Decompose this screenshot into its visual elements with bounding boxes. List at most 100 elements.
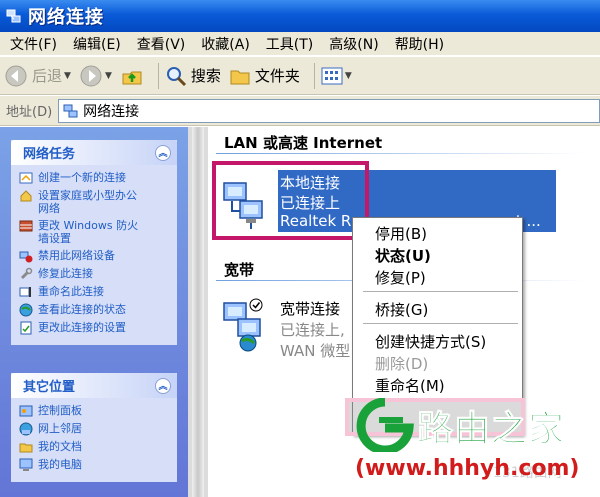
network-tasks-panel: 网络任务 ︽ 创建一个新的连接 设置家庭或小型办公 网络 更改 Windows 防…	[11, 140, 177, 345]
place-label: 我的电脑	[38, 458, 82, 471]
address-value: 网络连接	[83, 103, 140, 120]
menu-favorites[interactable]: 收藏(A)	[195, 34, 256, 54]
place-my-computer[interactable]: 我的电脑	[19, 458, 173, 472]
collapse-icon[interactable]: ︽	[155, 144, 171, 161]
splitter-grip	[192, 127, 204, 497]
address-bar: 地址(D) 网络连接	[0, 96, 600, 126]
disable-device-icon	[19, 251, 33, 263]
control-panel-icon	[19, 405, 33, 417]
highlight-frame	[212, 161, 369, 240]
view-grid-icon	[321, 67, 343, 84]
watermark: 路由之家 131路由网 (www.hhhyh.com)	[355, 398, 600, 497]
menu-edit[interactable]: 编辑(E)	[67, 34, 127, 54]
task-create-connection[interactable]: 创建一个新的连接	[19, 171, 173, 185]
task-label-line: 墙设置	[38, 232, 71, 245]
other-places-panel: 其它位置 ︽ 控制面板 网上邻居 我的文档 我的电脑	[11, 373, 177, 482]
task-change-firewall[interactable]: 更改 Windows 防火 墙设置	[19, 219, 173, 245]
ctx-bridge[interactable]: 桥接(G)	[375, 299, 428, 320]
place-control-panel[interactable]: 控制面板	[19, 404, 173, 418]
ctx-disable[interactable]: 停用(B)	[375, 223, 427, 244]
group-broadband-title: 宽带	[224, 261, 255, 279]
up-folder-icon	[122, 71, 142, 84]
folders-label: 文件夹	[254, 67, 300, 85]
address-input[interactable]: 网络连接	[58, 98, 600, 123]
menu-help[interactable]: 帮助(H)	[389, 34, 450, 54]
chevron-down-icon: ▼	[344, 70, 352, 81]
task-label-line: 设置家庭或小型办公	[38, 189, 137, 202]
network-connections-icon	[63, 104, 78, 117]
search-label: 搜索	[190, 67, 221, 85]
ctx-repair[interactable]: 修复(P)	[375, 267, 426, 288]
status-globe-icon	[19, 303, 33, 317]
pane-splitter[interactable]	[188, 127, 208, 497]
collapse-icon[interactable]: ︽	[155, 377, 171, 394]
task-label: 查看此连接的状态	[38, 303, 126, 316]
task-disable-device[interactable]: 禁用此网络设备	[19, 249, 173, 263]
network-tasks-title: 网络任务	[23, 147, 76, 162]
task-label: 更改此连接的设置	[38, 321, 126, 334]
task-label-line: 更改 Windows 防火	[38, 219, 139, 232]
computer-icon	[19, 458, 33, 471]
watermark-url: (www.hhhyh.com)	[355, 456, 580, 481]
menu-file[interactable]: 文件(F)	[4, 34, 63, 54]
search-button[interactable]: 搜索	[165, 65, 221, 87]
toolbar: 后退 ▼ ▼ 搜索 文件夹 ▼	[0, 57, 600, 95]
task-pane: 网络任务 ︽ 创建一个新的连接 设置家庭或小型办公 网络 更改 Windows 防…	[0, 127, 188, 497]
back-button[interactable]: 后退 ▼	[4, 64, 71, 88]
home-network-icon	[20, 190, 32, 202]
network-tasks-list: 创建一个新的连接 设置家庭或小型办公 网络 更改 Windows 防火 墙设置 禁用…	[11, 165, 177, 345]
forward-button[interactable]: ▼	[79, 64, 112, 88]
task-label: 更改 Windows 防火 墙设置	[38, 219, 138, 245]
ctx-rename[interactable]: 重命名(M)	[375, 375, 445, 396]
task-label: 修复此连接	[38, 267, 93, 280]
task-rename-connection[interactable]: 重命名此连接	[19, 285, 173, 299]
place-network-neighborhood[interactable]: 网上邻居	[19, 422, 173, 436]
back-label: 后退	[32, 67, 63, 85]
task-label: 创建一个新的连接	[38, 171, 126, 184]
new-connection-icon	[19, 172, 33, 184]
menu-tools[interactable]: 工具(T)	[260, 34, 319, 54]
task-label: 禁用此网络设备	[38, 249, 115, 262]
other-places-header[interactable]: 其它位置 ︽	[11, 373, 177, 398]
group-lan-title: LAN 或高速 Internet	[224, 134, 383, 152]
folders-button[interactable]: 文件夹	[229, 65, 300, 87]
views-button[interactable]: ▼	[321, 66, 352, 86]
menu-separator	[363, 323, 518, 324]
menu-view[interactable]: 查看(V)	[131, 34, 192, 54]
folder-icon	[230, 70, 250, 84]
group-divider	[216, 153, 586, 154]
task-setup-home-network[interactable]: 设置家庭或小型办公 网络	[19, 189, 173, 215]
network-places-icon	[19, 422, 33, 436]
window-title: 网络连接	[28, 7, 104, 28]
toolbar-separator	[157, 62, 159, 89]
other-places-title: 其它位置	[23, 380, 76, 395]
task-change-settings[interactable]: 更改此连接的设置	[19, 321, 173, 335]
ctx-status[interactable]: 状态(U)	[375, 245, 431, 266]
place-label: 控制面板	[38, 404, 82, 417]
firewall-icon	[19, 220, 33, 232]
task-label: 重命名此连接	[38, 285, 104, 298]
place-my-documents[interactable]: 我的文档	[19, 440, 173, 454]
network-connections-icon	[6, 9, 21, 23]
task-repair-connection[interactable]: 修复此连接	[19, 267, 173, 281]
menu-separator	[363, 291, 518, 292]
router-home-logo	[356, 398, 414, 452]
network-tasks-header[interactable]: 网络任务 ︽	[11, 140, 177, 165]
task-label: 设置家庭或小型办公 网络	[38, 189, 137, 215]
broadband-connection-icon	[223, 298, 263, 352]
up-folder-button[interactable]	[120, 64, 144, 88]
menu-bar: 文件(F) 编辑(E) 查看(V) 收藏(A) 工具(T) 高级(N) 帮助(H…	[0, 32, 600, 56]
toolbar-separator	[313, 62, 315, 89]
ctx-create-shortcut[interactable]: 创建快捷方式(S)	[375, 331, 486, 352]
broadband-connection-device: WAN 微型	[280, 342, 351, 360]
wrench-icon	[20, 267, 33, 280]
title-bar: 网络连接	[0, 0, 600, 32]
forward-arrow-icon	[80, 65, 102, 86]
back-arrow-icon	[5, 65, 27, 86]
task-view-status[interactable]: 查看此连接的状态	[19, 303, 173, 317]
place-label: 网上邻居	[38, 422, 82, 435]
chevron-down-icon: ▼	[64, 70, 71, 81]
menu-advanced[interactable]: 高级(N)	[323, 34, 384, 54]
broadband-connection-status: 已连接上,	[280, 321, 345, 339]
other-places-list: 控制面板 网上邻居 我的文档 我的电脑	[11, 398, 177, 482]
